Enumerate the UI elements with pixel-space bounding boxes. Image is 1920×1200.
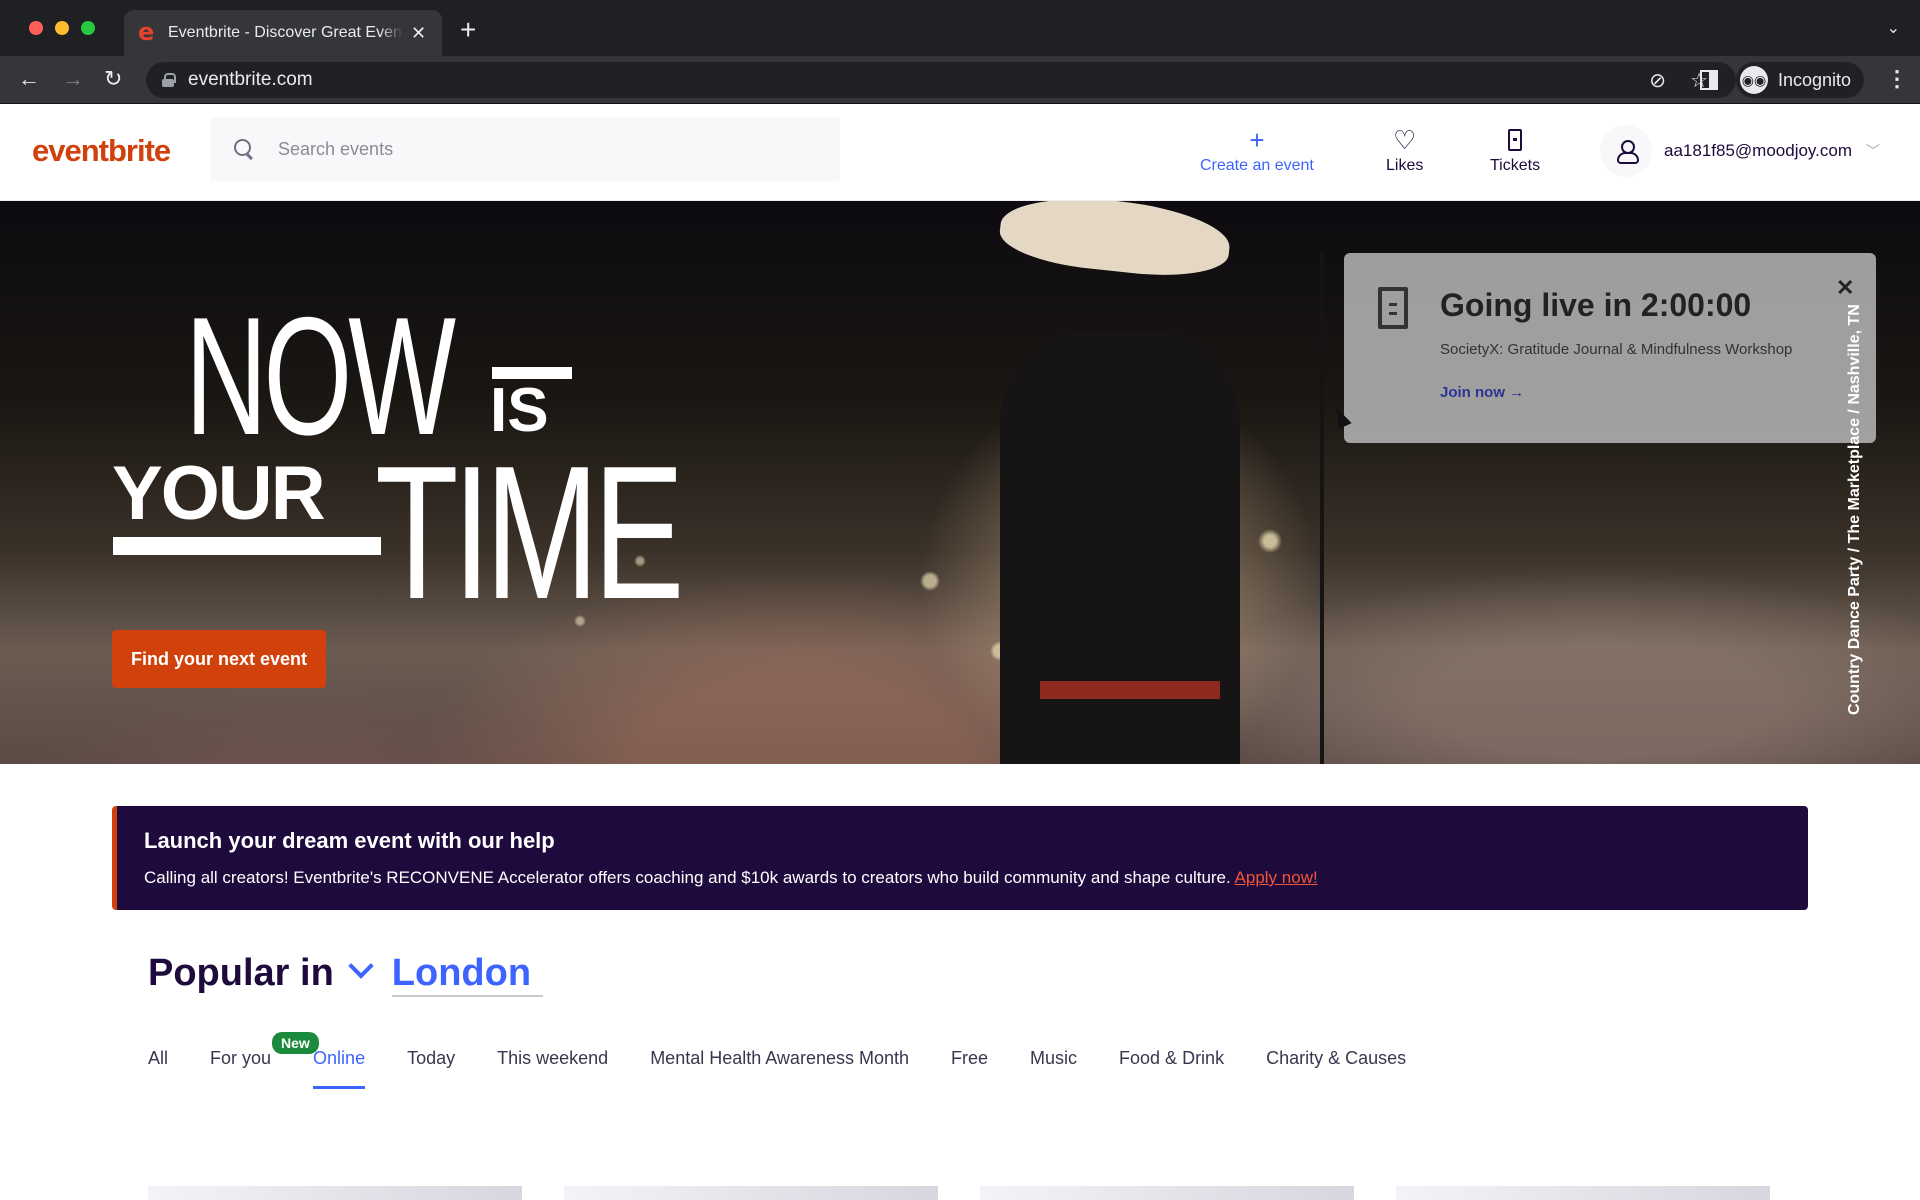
event-card[interactable] — [980, 1186, 1354, 1200]
eventbrite-logo[interactable]: eventbrite — [32, 133, 171, 169]
create-event-label: Create an event — [1200, 157, 1314, 174]
tab-label: Free — [951, 1048, 989, 1068]
ticket-icon — [1508, 129, 1523, 151]
more-icon[interactable]: ⋮ — [1886, 66, 1908, 92]
tab-search-chevron-icon[interactable]: ⌄ — [1887, 18, 1900, 38]
accelerator-banner: Launch your dream event with our help Ca… — [112, 806, 1808, 910]
avatar — [1600, 125, 1652, 177]
tab-this-weekend[interactable]: This weekend — [497, 1048, 608, 1089]
tab-food-drink[interactable]: Food & Drink — [1119, 1048, 1224, 1089]
event-card[interactable] — [1396, 1186, 1770, 1200]
close-icon[interactable]: ✕ — [1836, 275, 1854, 301]
tab-charity-causes[interactable]: Charity & Causes — [1266, 1048, 1406, 1089]
hero-banner: NOW IS YOUR TIME Find your next event Go… — [0, 201, 1920, 764]
banner-title: Launch your dream event with our help — [144, 828, 555, 853]
chevron-down-icon: ﹀ — [1866, 143, 1880, 159]
tab-music[interactable]: Music — [1030, 1048, 1077, 1089]
tab-for-you[interactable]: For you New — [210, 1032, 319, 1089]
incognito-label: Incognito — [1778, 69, 1852, 90]
reload-icon[interactable]: ↻ — [104, 66, 122, 92]
going-live-card: Going live in 2:00:00 SocietyX: Gratitud… — [1344, 253, 1876, 443]
hero-photo-mic-stand — [1320, 251, 1324, 764]
account-menu[interactable]: aa181f85@moodjoy.com ﹀ — [1600, 125, 1880, 177]
category-tabs: All For you New Online Today This weekend… — [148, 1032, 1448, 1089]
tickets-link[interactable]: Tickets — [1490, 125, 1540, 175]
search-icon — [234, 139, 254, 159]
close-tab-icon[interactable]: ✕ — [411, 23, 426, 44]
tab-label: Music — [1030, 1048, 1078, 1068]
address-bar[interactable]: eventbrite.com ⊘ ☆ — [146, 62, 1736, 98]
back-icon[interactable]: ← — [18, 66, 40, 92]
minimize-window-button[interactable] — [55, 21, 69, 35]
event-cards — [148, 1186, 1812, 1200]
plus-icon: + — [1249, 125, 1265, 155]
incognito-icon: ◉◉ — [1740, 66, 1768, 94]
banner-body: Calling all creators! Eventbrite's RECON… — [144, 868, 1235, 887]
browser-tab[interactable]: e Eventbrite - Discover Great Events ✕ — [124, 10, 442, 56]
going-live-title: Going live in 2:00:00 — [1440, 287, 1752, 323]
headline-time: TIME — [375, 427, 684, 639]
new-tab-button[interactable]: + — [460, 14, 476, 46]
new-badge: New — [272, 1032, 319, 1054]
url-text[interactable]: eventbrite.com — [188, 69, 313, 91]
tab-all[interactable]: All — [148, 1048, 168, 1089]
tab-label: Online — [313, 1048, 366, 1068]
tab-today[interactable]: Today — [407, 1048, 455, 1089]
hero-headline: NOW IS YOUR TIME — [110, 292, 690, 639]
banner-text: Calling all creators! Eventbrite's RECON… — [144, 868, 1808, 888]
hero-photo-caption: Country Dance Party / The Marketplace / … — [1846, 304, 1863, 715]
tab-online[interactable]: Online — [313, 1048, 366, 1089]
site-header: eventbrite + Create an event ♡ Likes Tic… — [0, 105, 1920, 201]
hero-photo-hat — [996, 201, 1234, 283]
tab-label: Food & Drink — [1119, 1048, 1225, 1068]
search-input[interactable] — [278, 138, 798, 160]
forward-icon[interactable]: → — [62, 66, 84, 92]
tab-label: Today — [407, 1048, 456, 1068]
eye-off-icon[interactable]: ⊘ — [1649, 68, 1666, 93]
join-now-link[interactable]: Join now → — [1440, 384, 1524, 401]
maximize-window-button[interactable] — [81, 21, 95, 35]
tab-free[interactable]: Free — [951, 1048, 988, 1089]
tickets-label: Tickets — [1490, 157, 1541, 174]
browser-toolbar: ← → ↻ eventbrite.com ⊘ ☆ ◉◉ Incognito ⋮ — [0, 56, 1920, 104]
eventbrite-favicon-icon: e — [138, 18, 155, 46]
incognito-profile-button[interactable]: ◉◉ Incognito — [1736, 62, 1864, 98]
headline-your: YOUR — [112, 451, 326, 536]
tab-title: Eventbrite - Discover Great Events — [168, 24, 403, 41]
tab-label: All — [148, 1048, 169, 1068]
search-bar[interactable] — [210, 117, 840, 181]
heart-icon: ♡ — [1393, 125, 1417, 155]
hero-photo-belt — [1040, 681, 1220, 699]
find-next-event-button[interactable]: Find your next event — [112, 630, 326, 688]
going-live-event-name: SocietyX: Gratitude Journal & Mindfulnes… — [1440, 341, 1793, 358]
popular-label: Popular in — [148, 952, 334, 994]
side-panel-icon[interactable] — [1700, 70, 1718, 90]
tab-label: Mental Health Awareness Month — [650, 1048, 909, 1068]
tab-label: Charity & Causes — [1266, 1048, 1407, 1068]
headline-your-bar — [113, 537, 381, 555]
apply-now-link[interactable]: Apply now! — [1235, 868, 1318, 887]
chevron-down-icon[interactable] — [348, 953, 374, 979]
tab-mental-health[interactable]: Mental Health Awareness Month — [650, 1048, 909, 1089]
hero-photo-singer — [1000, 331, 1240, 764]
tab-label: This weekend — [497, 1048, 609, 1068]
close-window-button[interactable] — [29, 21, 43, 35]
event-card[interactable] — [564, 1186, 938, 1200]
lock-icon[interactable] — [162, 73, 176, 87]
browser-tab-strip: e Eventbrite - Discover Great Events ✕ +… — [0, 0, 1920, 56]
create-event-link[interactable]: + Create an event — [1200, 125, 1314, 175]
event-card[interactable] — [148, 1186, 522, 1200]
tab-label: For you — [210, 1048, 272, 1068]
likes-label: Likes — [1386, 157, 1424, 174]
location-selector[interactable]: London — [391, 952, 544, 997]
popular-heading: Popular in London — [148, 952, 544, 997]
user-icon — [1617, 140, 1639, 164]
ticket-icon — [1378, 287, 1408, 329]
likes-link[interactable]: ♡ Likes — [1386, 125, 1423, 175]
account-email: aa181f85@moodjoy.com — [1664, 141, 1852, 160]
